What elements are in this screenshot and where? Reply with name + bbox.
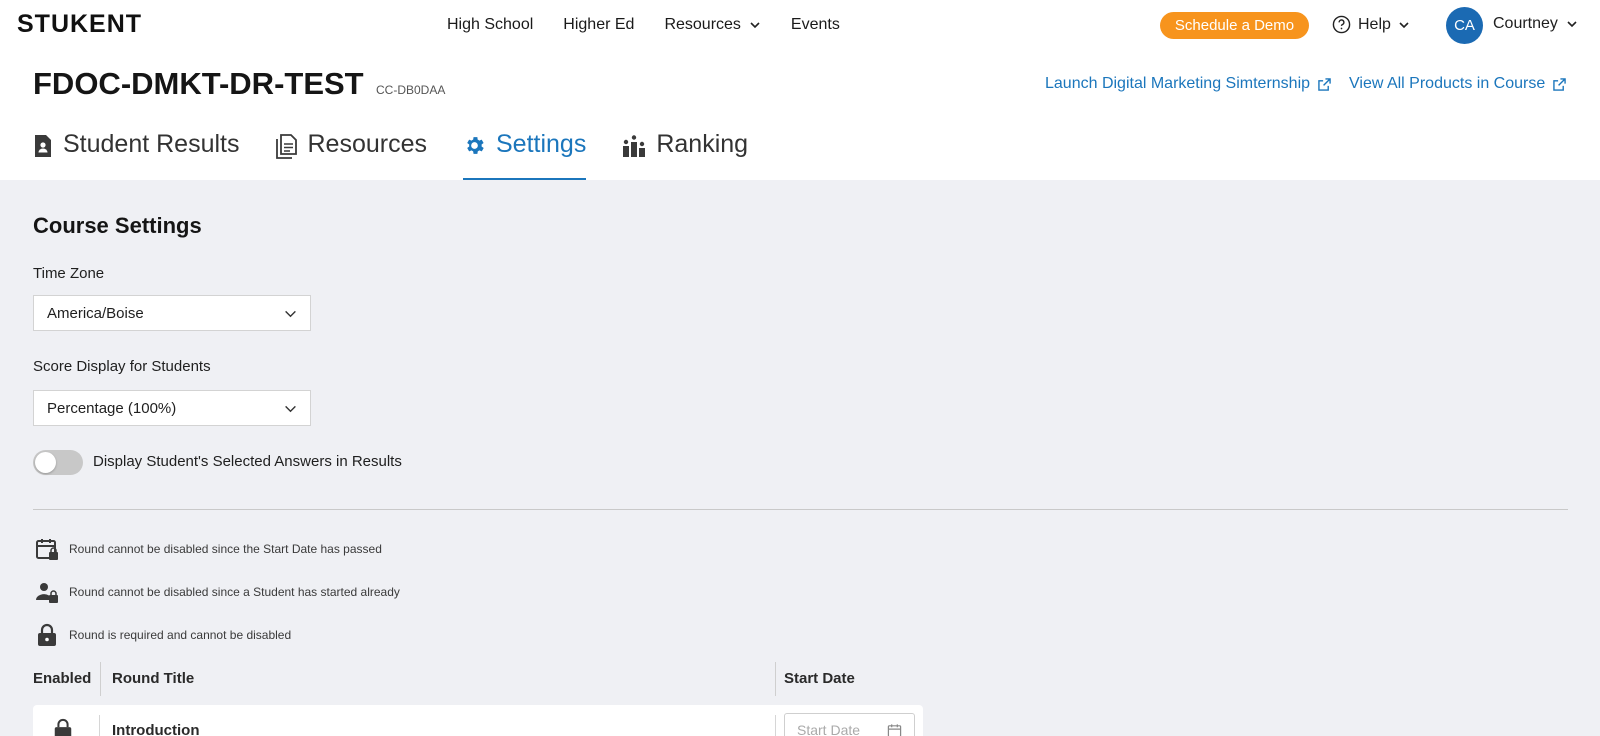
chevron-down-icon (750, 22, 760, 29)
legend-item-required: Round is required and cannot be disabled (35, 623, 291, 647)
student-results-icon (35, 135, 51, 157)
tab-resources-label: Resources (307, 130, 428, 158)
column-header-round-title: Round Title (112, 670, 195, 687)
chevron-down-icon (285, 405, 296, 412)
course-code: CC-DB0DAA (376, 83, 446, 97)
row-divider (775, 715, 776, 736)
tab-ranking[interactable]: Ranking (622, 126, 748, 180)
launch-simternship-link[interactable]: Launch Digital Marketing Simternship (1045, 75, 1331, 93)
tab-student-results[interactable]: Student Results (33, 126, 240, 180)
help-label: Help (1358, 15, 1391, 33)
column-header-start-date: Start Date (784, 670, 855, 687)
nav-link-events[interactable]: Events (791, 16, 840, 34)
time-zone-value: America/Boise (47, 304, 144, 322)
tab-student-results-label: Student Results (63, 130, 240, 158)
time-zone-select[interactable]: America/Boise (33, 295, 311, 331)
schedule-demo-button[interactable]: Schedule a Demo (1160, 12, 1309, 39)
help-circle-icon (1332, 15, 1351, 34)
legend-text: Round cannot be disabled since the Start… (69, 542, 382, 556)
legend-item-start-date: Round cannot be disabled since the Start… (35, 537, 382, 561)
user-lock-icon (36, 583, 58, 603)
tab-settings[interactable]: Settings (463, 126, 587, 180)
ranking-icon (623, 135, 646, 157)
user-menu[interactable]: Courtney (1493, 15, 1578, 33)
nav-link-high-school[interactable]: High School (447, 16, 533, 34)
page-title: FDOC-DMKT-DR-TEST (33, 66, 364, 101)
top-nav: STUKENT High School Higher Ed Resources … (0, 0, 1600, 50)
legend-text: Round is required and cannot be disabled (69, 628, 292, 642)
tab-resources[interactable]: Resources (275, 126, 428, 180)
resources-icon (275, 134, 297, 159)
user-name-label: Courtney (1493, 15, 1558, 32)
tab-bar: Student Results Resources Settings Ranki… (33, 126, 784, 180)
display-answers-toggle[interactable] (33, 450, 83, 475)
column-header-enabled: Enabled (33, 670, 92, 687)
score-display-label: Score Display for Students (33, 358, 211, 375)
display-answers-label: Display Student's Selected Answers in Re… (93, 453, 402, 470)
chevron-down-icon (285, 310, 296, 317)
view-all-products-link[interactable]: View All Products in Course (1349, 75, 1567, 93)
tab-settings-label: Settings (496, 130, 587, 158)
external-link-icon (1318, 77, 1331, 91)
nav-link-resources[interactable]: Resources (664, 16, 760, 34)
section-title: Course Settings (33, 213, 202, 238)
toggle-knob (35, 452, 56, 473)
divider (33, 509, 1568, 510)
calendar-lock-icon (36, 539, 58, 560)
nav-links: High School Higher Ed Resources Events (447, 16, 840, 34)
avatar[interactable]: CA (1446, 7, 1483, 44)
column-divider (100, 662, 101, 696)
gear-icon (467, 137, 484, 154)
calendar-icon (887, 723, 902, 736)
row-divider (99, 715, 100, 736)
lock-icon (38, 623, 56, 646)
chevron-down-icon (1399, 21, 1409, 28)
legend-text: Round cannot be disabled since a Student… (69, 585, 400, 599)
start-date-input[interactable]: Start Date (784, 713, 915, 736)
tab-ranking-label: Ranking (656, 130, 749, 158)
external-link-icon (1553, 77, 1567, 91)
nav-link-higher-ed[interactable]: Higher Ed (563, 16, 634, 34)
chevron-down-icon (1567, 21, 1577, 28)
score-display-select[interactable]: Percentage (100%) (33, 390, 311, 426)
round-title: Introduction (112, 722, 200, 736)
start-date-placeholder: Start Date (797, 722, 861, 736)
stukent-logo[interactable]: STUKENT (17, 11, 142, 37)
lock-icon (54, 718, 72, 736)
nav-link-resources-label: Resources (664, 16, 741, 33)
table-row: Introduction Start Date (33, 705, 923, 736)
legend-item-student-started: Round cannot be disabled since a Student… (35, 580, 400, 604)
help-menu[interactable]: Help (1332, 15, 1410, 34)
time-zone-label: Time Zone (33, 265, 105, 282)
launch-simternship-label: Launch Digital Marketing Simternship (1045, 75, 1311, 92)
view-all-products-label: View All Products in Course (1349, 75, 1546, 92)
column-divider (775, 662, 776, 696)
settings-panel: Course Settings Time Zone America/Boise … (0, 180, 1600, 736)
score-display-value: Percentage (100%) (47, 399, 177, 417)
